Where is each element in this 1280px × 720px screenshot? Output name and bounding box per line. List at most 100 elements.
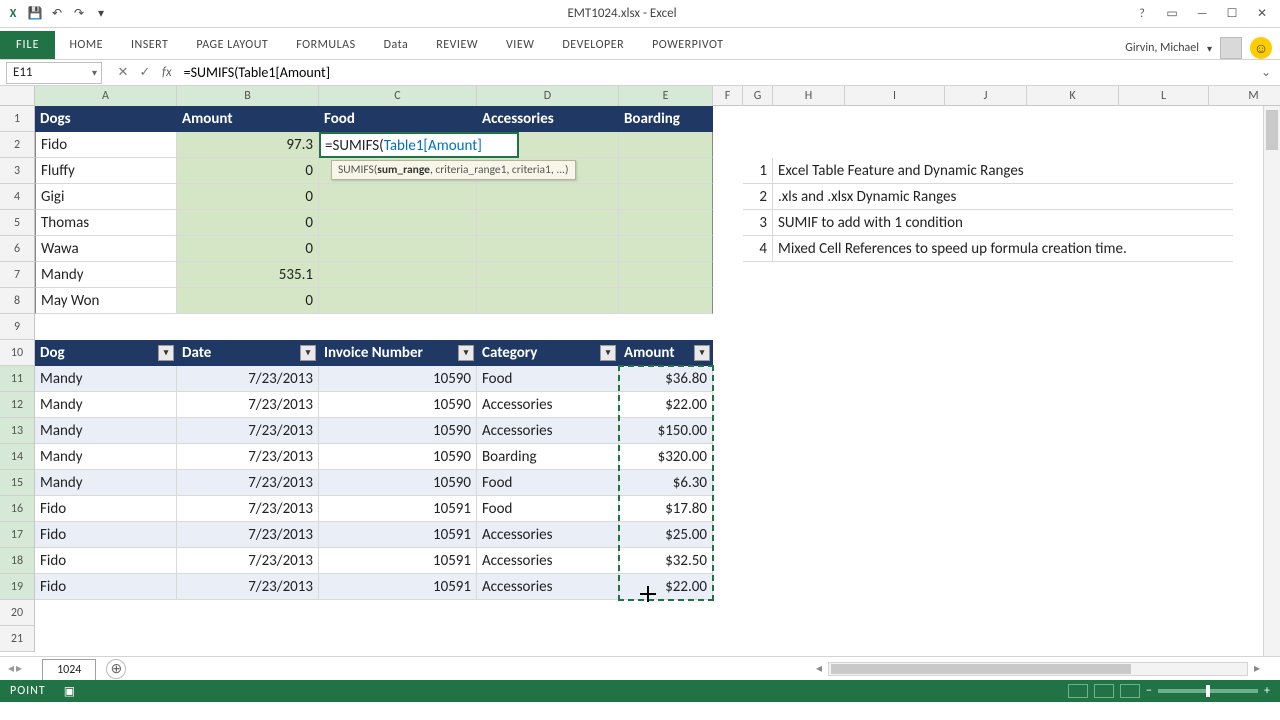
- cell-D1[interactable]: Accessories: [477, 106, 619, 132]
- cell-A13[interactable]: Mandy: [35, 418, 177, 444]
- cell-D19[interactable]: Accessories: [477, 574, 619, 600]
- maximize-icon[interactable]: ☐: [1220, 4, 1244, 24]
- cell-G4[interactable]: 2: [743, 184, 773, 210]
- zoom-in-icon[interactable]: +: [1264, 684, 1270, 698]
- cell-C19[interactable]: 10591: [319, 574, 477, 600]
- save-icon[interactable]: 💾: [26, 5, 44, 23]
- cell-D13[interactable]: Accessories: [477, 418, 619, 444]
- cell-D14[interactable]: Boarding: [477, 444, 619, 470]
- row-header-13[interactable]: 13: [0, 418, 34, 444]
- col-header-B[interactable]: B: [177, 86, 319, 106]
- formula-input[interactable]: [178, 62, 1258, 84]
- confirm-formula-icon[interactable]: ✓: [134, 62, 156, 84]
- cell-H5[interactable]: SUMIF to add with 1 condition: [773, 210, 1233, 236]
- help-icon[interactable]: ?: [1130, 4, 1154, 24]
- tab-page-layout[interactable]: PAGE LAYOUT: [182, 31, 282, 59]
- cell-A2[interactable]: Fido: [35, 132, 177, 158]
- cell-A16[interactable]: Fido: [35, 496, 177, 522]
- cell-B11[interactable]: 7/23/2013: [177, 366, 319, 392]
- cell-B5[interactable]: 0: [177, 210, 319, 236]
- cell-D10[interactable]: Category▾: [477, 340, 619, 366]
- cell-E19[interactable]: $22.00: [619, 574, 713, 600]
- cell-B13[interactable]: 7/23/2013: [177, 418, 319, 444]
- cell-C10[interactable]: Invoice Number▾: [319, 340, 477, 366]
- row-header-14[interactable]: 14: [0, 444, 34, 470]
- cell-A3[interactable]: Fluffy: [35, 158, 177, 184]
- vertical-scrollbar[interactable]: [1263, 106, 1280, 656]
- view-normal-icon[interactable]: [1068, 684, 1088, 698]
- cell-C4[interactable]: [319, 184, 477, 210]
- row-header-21[interactable]: 21: [0, 626, 34, 652]
- cell-B19[interactable]: 7/23/2013: [177, 574, 319, 600]
- cell-C8[interactable]: [319, 288, 477, 314]
- cell-D15[interactable]: Food: [477, 470, 619, 496]
- col-header-I[interactable]: I: [845, 86, 945, 106]
- col-header-G[interactable]: G: [743, 86, 773, 106]
- account-area[interactable]: Girvin, Michael ▾ ☺: [1125, 37, 1280, 59]
- cell-D7[interactable]: [477, 262, 619, 288]
- col-header-C[interactable]: C: [319, 86, 477, 106]
- cell-B10[interactable]: Date▾: [177, 340, 319, 366]
- tab-developer[interactable]: DEVELOPER: [548, 31, 638, 59]
- cell-E18[interactable]: $32.50: [619, 548, 713, 574]
- cell-B15[interactable]: 7/23/2013: [177, 470, 319, 496]
- filter-dropdown-icon[interactable]: ▾: [694, 345, 710, 361]
- view-page-break-icon[interactable]: [1120, 684, 1140, 698]
- sheet-tab-active[interactable]: 1024: [42, 659, 96, 680]
- expand-formula-bar-icon[interactable]: ⌄: [1258, 65, 1280, 80]
- cell-B6[interactable]: 0: [177, 236, 319, 262]
- cell-A11[interactable]: Mandy: [35, 366, 177, 392]
- zoom-slider[interactable]: [1158, 689, 1258, 693]
- ribbon-options-icon[interactable]: ▭: [1160, 4, 1184, 24]
- tab-insert[interactable]: INSERT: [117, 31, 182, 59]
- cell-B4[interactable]: 0: [177, 184, 319, 210]
- row-header-11[interactable]: 11: [0, 366, 34, 392]
- cell-D5[interactable]: [477, 210, 619, 236]
- tab-review[interactable]: REVIEW: [422, 31, 492, 59]
- cell-B1[interactable]: Amount: [177, 106, 319, 132]
- cell-C13[interactable]: 10590: [319, 418, 477, 444]
- cell-D4[interactable]: [477, 184, 619, 210]
- cell-C5[interactable]: [319, 210, 477, 236]
- cell-D11[interactable]: Food: [477, 366, 619, 392]
- cell-C15[interactable]: 10590: [319, 470, 477, 496]
- cell-A15[interactable]: Mandy: [35, 470, 177, 496]
- cell-C18[interactable]: 10591: [319, 548, 477, 574]
- cell-A5[interactable]: Thomas: [35, 210, 177, 236]
- cell-D12[interactable]: Accessories: [477, 392, 619, 418]
- cell-A4[interactable]: Gigi: [35, 184, 177, 210]
- cell-B2[interactable]: 97.3: [177, 132, 319, 158]
- col-header-J[interactable]: J: [945, 86, 1027, 106]
- cell-E10[interactable]: Amount▾: [619, 340, 713, 366]
- row-header-16[interactable]: 16: [0, 496, 34, 522]
- row-header-6[interactable]: 6: [0, 236, 34, 262]
- row-header-1[interactable]: 1: [0, 106, 34, 132]
- filter-dropdown-icon[interactable]: ▾: [600, 345, 616, 361]
- file-tab[interactable]: FILE: [0, 31, 55, 59]
- cell-B17[interactable]: 7/23/2013: [177, 522, 319, 548]
- cell-D6[interactable]: [477, 236, 619, 262]
- filter-dropdown-icon[interactable]: ▾: [458, 345, 474, 361]
- cell-E6[interactable]: [619, 236, 713, 262]
- fx-icon[interactable]: fx: [156, 65, 178, 80]
- col-header-A[interactable]: A: [35, 86, 177, 106]
- row-header-19[interactable]: 19: [0, 574, 34, 600]
- col-header-H[interactable]: H: [773, 86, 845, 106]
- row-header-8[interactable]: 8: [0, 288, 34, 314]
- cell-E11[interactable]: $36.80: [619, 366, 713, 392]
- cell-A7[interactable]: Mandy: [35, 262, 177, 288]
- cell-H3[interactable]: Excel Table Feature and Dynamic Ranges: [773, 158, 1233, 184]
- cell-A1[interactable]: Dogs: [35, 106, 177, 132]
- cell-G5[interactable]: 3: [743, 210, 773, 236]
- spreadsheet-grid[interactable]: ABCDEFGHIJKLM 12345678910111213141516171…: [0, 86, 1280, 656]
- row-header-9[interactable]: 9: [0, 314, 34, 340]
- cell-B16[interactable]: 7/23/2013: [177, 496, 319, 522]
- row-header-17[interactable]: 17: [0, 522, 34, 548]
- cell-A14[interactable]: Mandy: [35, 444, 177, 470]
- cell-C14[interactable]: 10590: [319, 444, 477, 470]
- cell-D18[interactable]: Accessories: [477, 548, 619, 574]
- cell-B12[interactable]: 7/23/2013: [177, 392, 319, 418]
- cell-E3[interactable]: [619, 158, 713, 184]
- minimize-icon[interactable]: —: [1190, 4, 1214, 24]
- cell-E5[interactable]: [619, 210, 713, 236]
